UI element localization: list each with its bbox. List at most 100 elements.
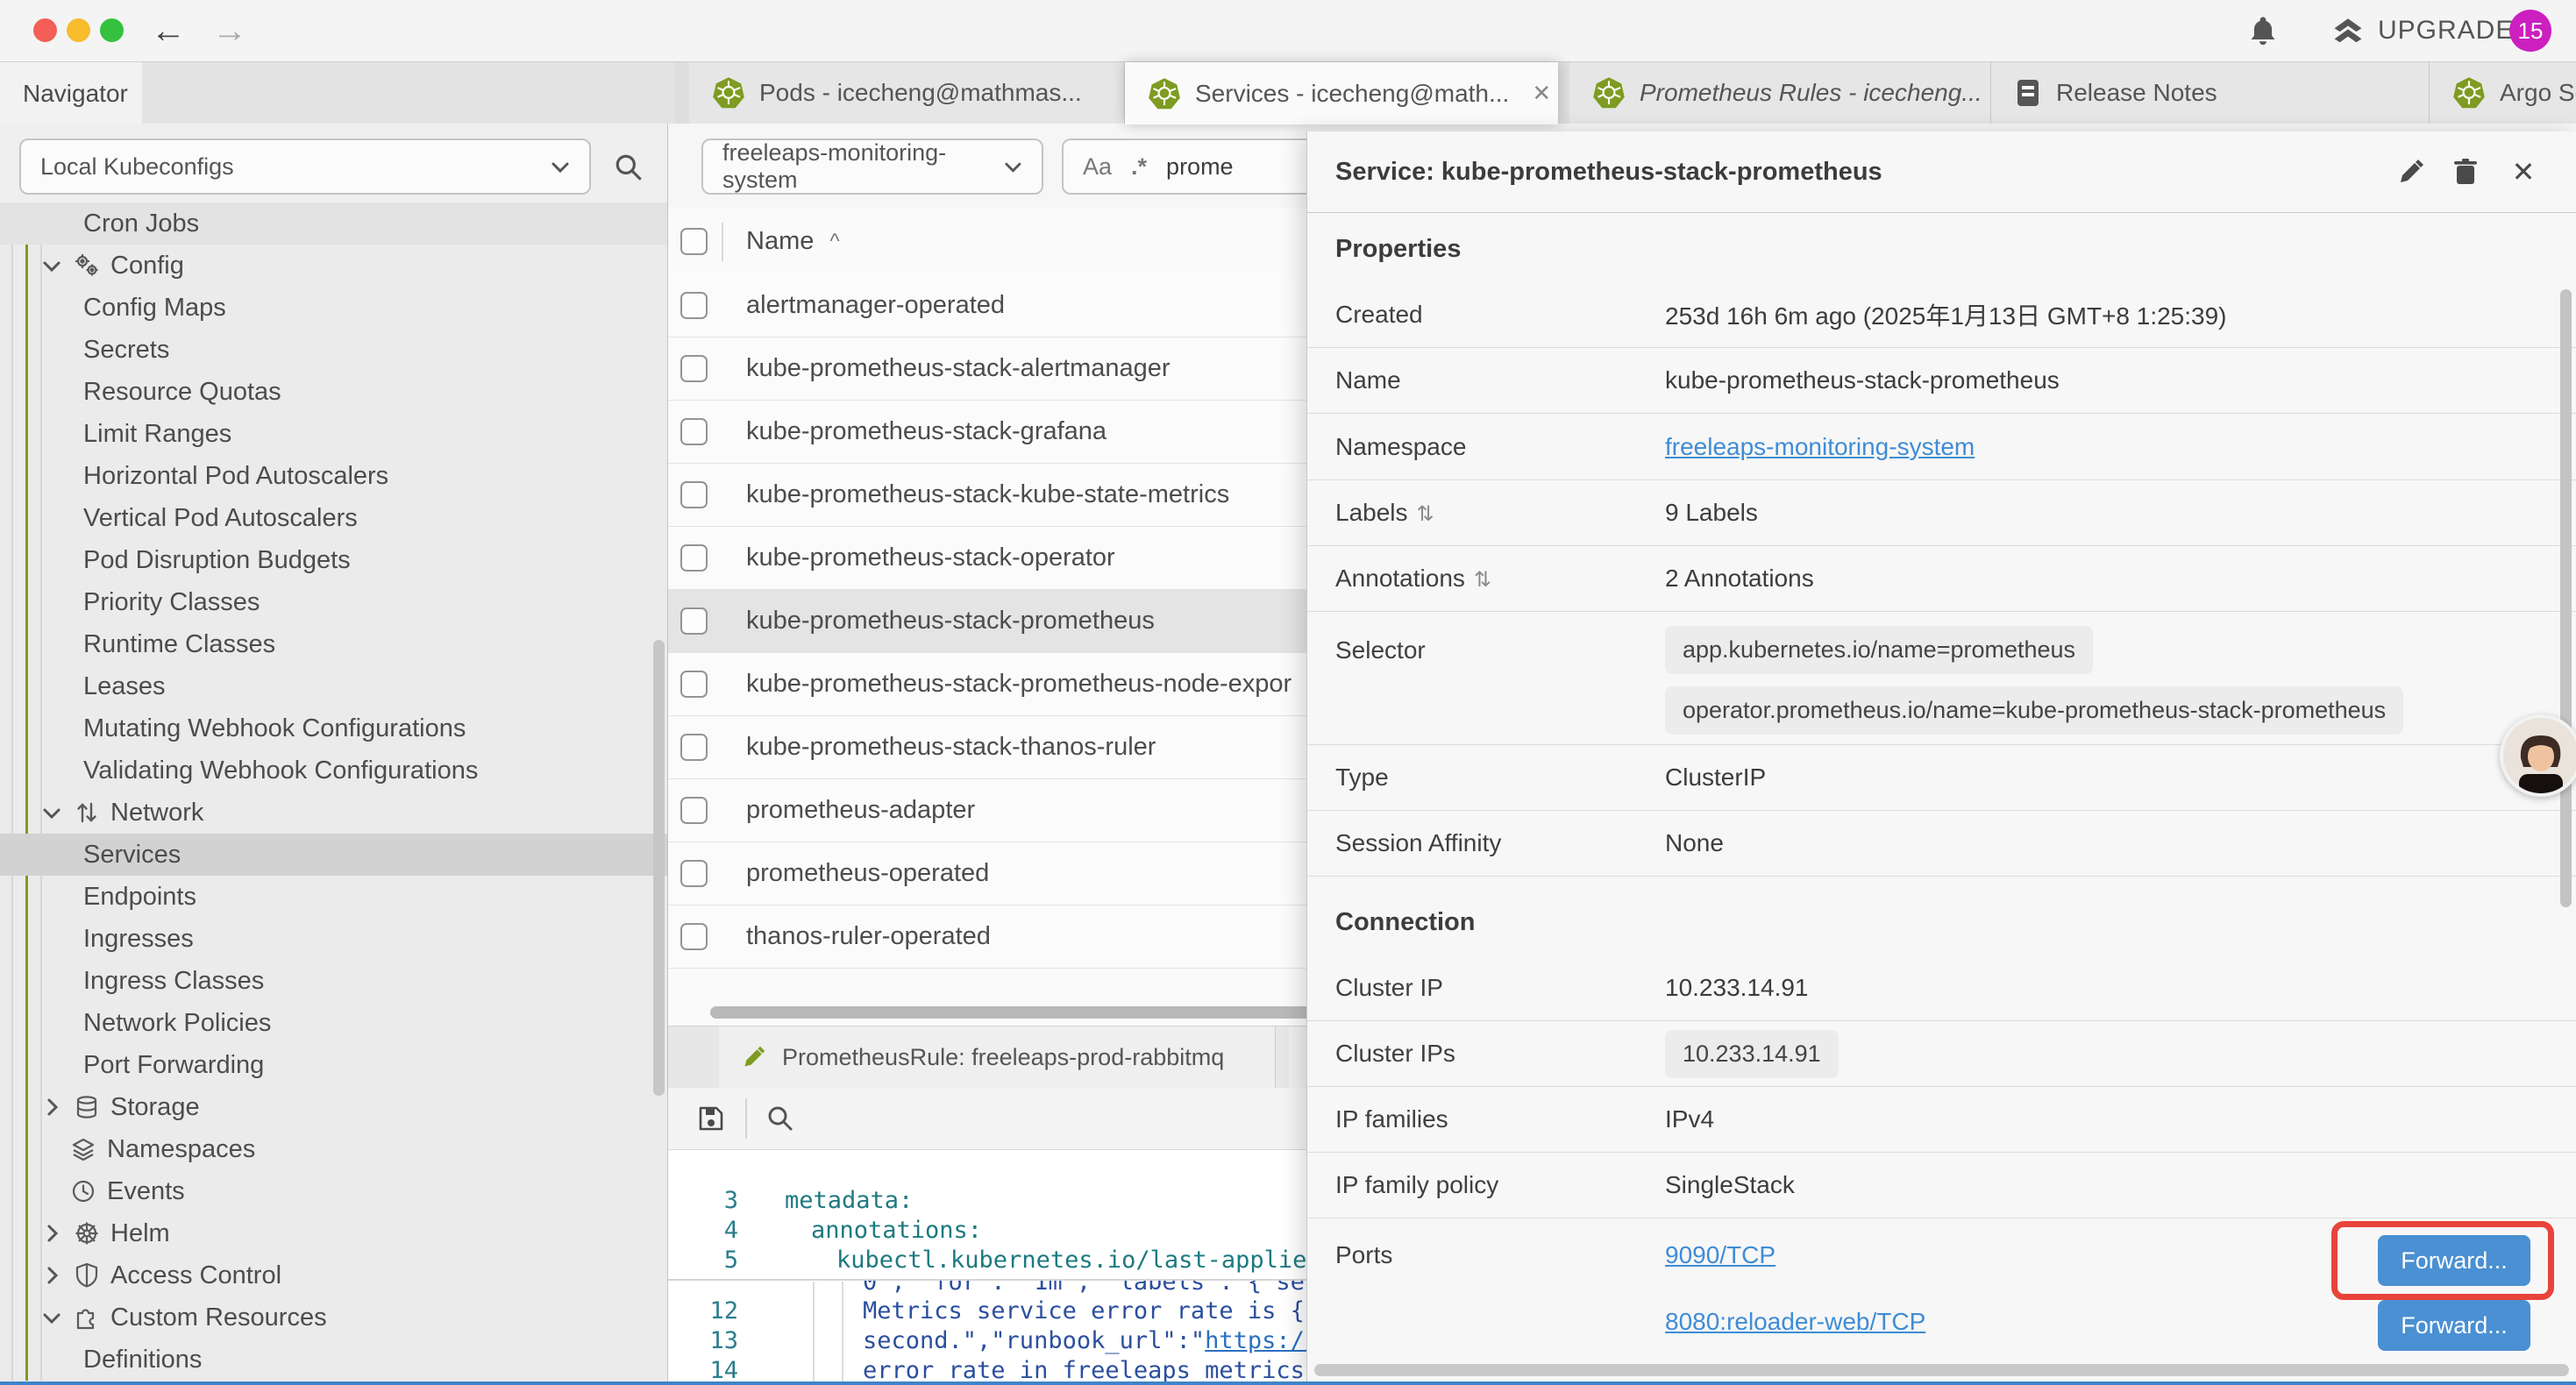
yaml-code-line: Metrics service error rate is {{ $va xyxy=(863,1297,1376,1325)
sidebar-item-horizontal-pod-autoscalers[interactable]: Horizontal Pod Autoscalers xyxy=(0,455,667,497)
header-divider xyxy=(722,223,723,261)
chevron-right-icon[interactable] xyxy=(39,1224,65,1243)
sidebar-item-runtime-classes[interactable]: Runtime Classes xyxy=(0,623,667,665)
history-back-icon[interactable]: ← xyxy=(151,0,186,61)
sidebar-item-events[interactable]: Events xyxy=(0,1170,667,1212)
tab-argo[interactable]: Argo Se xyxy=(2430,62,2576,124)
panel-horizontal-scrollbar[interactable] xyxy=(1314,1364,2569,1376)
upgrade-button[interactable]: UPGRADE xyxy=(2332,0,2514,61)
sidebar-group-access-control[interactable]: Access Control xyxy=(0,1254,667,1296)
history-forward-icon[interactable]: → xyxy=(212,0,247,61)
sidebar-item-priority-classes[interactable]: Priority Classes xyxy=(0,581,667,623)
navigator-scrollbar[interactable] xyxy=(653,640,665,1096)
sidebar-item-mutating-webhook-configurations[interactable]: Mutating Webhook Configurations xyxy=(0,707,667,749)
sidebar-item-pod-disruption-budgets[interactable]: Pod Disruption Budgets xyxy=(0,539,667,581)
sidebar-item-limit-ranges[interactable]: Limit Ranges xyxy=(0,413,667,455)
row-checkbox[interactable] xyxy=(680,418,708,445)
chevron-right-icon[interactable] xyxy=(39,1097,65,1117)
navigator-pane: Local Kubeconfigs Cron Jobs Config Confi… xyxy=(0,124,668,1381)
match-case-icon[interactable]: Aa xyxy=(1083,153,1112,181)
save-icon[interactable] xyxy=(697,1104,725,1133)
sidebar-item-validating-webhook-configurations[interactable]: Validating Webhook Configurations xyxy=(0,749,667,792)
sidebar-group-custom-resources[interactable]: Custom Resources xyxy=(0,1296,667,1339)
assistant-avatar[interactable] xyxy=(2500,714,2576,797)
row-checkbox[interactable] xyxy=(680,797,708,824)
sidebar-group-config[interactable]: Config xyxy=(0,245,667,287)
chevron-down-icon[interactable] xyxy=(39,805,65,820)
tab-pods[interactable]: Pods - icecheng@mathmas... xyxy=(689,62,1125,124)
notifications-bell-icon[interactable] xyxy=(2246,14,2280,47)
traffic-light-zoom[interactable] xyxy=(100,18,124,42)
row-checkbox[interactable] xyxy=(680,292,708,319)
account-badge[interactable]: 15 xyxy=(2509,10,2551,52)
traffic-light-minimize[interactable] xyxy=(67,18,90,42)
sidebar-group-storage[interactable]: Storage xyxy=(0,1086,667,1128)
sidebar-item-ingresses[interactable]: Ingresses xyxy=(0,918,667,960)
chevron-right-icon[interactable] xyxy=(39,1266,65,1285)
chevron-down-icon[interactable] xyxy=(39,258,65,273)
port-link-9090[interactable]: 9090/TCP xyxy=(1665,1241,1775,1269)
sidebar-item-leases[interactable]: Leases xyxy=(0,665,667,707)
sidebar-item-ingress-classes[interactable]: Ingress Classes xyxy=(0,960,667,1002)
namespace-select[interactable]: freeleaps-monitoring-system xyxy=(701,138,1043,195)
highlight-annotation-box xyxy=(2331,1221,2554,1300)
cluster-search-icon[interactable] xyxy=(614,153,644,182)
line-number: 12 xyxy=(668,1297,738,1325)
close-icon[interactable]: ✕ xyxy=(2504,153,2543,191)
expand-sort-icon[interactable]: ⇅ xyxy=(1417,502,1434,526)
row-checkbox[interactable] xyxy=(680,544,708,572)
tab-services[interactable]: Services - icecheng@math... ✕ xyxy=(1125,62,1558,124)
tab-release-notes[interactable]: Release Notes xyxy=(1991,62,2430,124)
row-checkbox[interactable] xyxy=(680,481,708,508)
expand-sort-icon[interactable]: ⇅ xyxy=(1474,568,1491,592)
row-checkbox[interactable] xyxy=(680,860,708,887)
port-link-8080[interactable]: 8080:reloader-web/TCP xyxy=(1665,1308,1925,1336)
editor-tab-label: PrometheusRule: freeleaps-prod-rabbitmq xyxy=(782,1044,1224,1071)
sidebar-group-helm[interactable]: Helm xyxy=(0,1212,667,1254)
sidebar-item-cron-jobs[interactable]: Cron Jobs xyxy=(0,202,667,245)
line-number: 5 xyxy=(668,1246,738,1274)
panel-vertical-scrollbar[interactable] xyxy=(2560,289,2572,907)
row-checkbox[interactable] xyxy=(680,607,708,635)
navigator-pane-tab[interactable]: Navigator xyxy=(0,62,142,124)
kubeconfig-select[interactable]: Local Kubeconfigs xyxy=(19,138,591,195)
chevron-down-icon[interactable] xyxy=(39,1310,65,1325)
sidebar-item-namespaces[interactable]: Namespaces xyxy=(0,1128,667,1170)
row-checkbox[interactable] xyxy=(680,671,708,698)
select-all-checkbox[interactable] xyxy=(680,228,708,255)
row-checkbox[interactable] xyxy=(680,734,708,761)
tab-prometheus-rules-label: Prometheus Rules - icecheng... xyxy=(1640,79,1982,107)
name-column-header[interactable]: Name xyxy=(746,227,814,256)
kubernetes-icon xyxy=(1148,77,1181,110)
traffic-light-close[interactable] xyxy=(33,18,57,42)
toolbar-divider xyxy=(745,1098,747,1139)
sidebar-item-vertical-pod-autoscalers[interactable]: Vertical Pod Autoscalers xyxy=(0,497,667,539)
sidebar-item-services[interactable]: Services xyxy=(0,834,667,876)
regex-icon[interactable]: .* xyxy=(1131,153,1147,181)
detail-row-name: Name kube-prometheus-stack-prometheus xyxy=(1307,348,2576,414)
sidebar-group-network[interactable]: Network xyxy=(0,792,667,834)
row-checkbox[interactable] xyxy=(680,923,708,950)
service-detail-panel: Service: kube-prometheus-stack-prometheu… xyxy=(1306,131,2576,1381)
clock-icon xyxy=(68,1179,98,1204)
forward-button-8080[interactable]: Forward... xyxy=(2378,1300,2530,1351)
yaml-code-line: second.","runbook_url":" xyxy=(863,1327,1205,1354)
sidebar-item-resource-quotas[interactable]: Resource Quotas xyxy=(0,371,667,413)
sidebar-item-config-maps[interactable]: Config Maps xyxy=(0,287,667,329)
sidebar-item-definitions[interactable]: Definitions xyxy=(0,1339,667,1381)
sidebar-item-network-policies[interactable]: Network Policies xyxy=(0,1002,667,1044)
edit-pencil-icon[interactable] xyxy=(2392,153,2430,191)
yaml-search-icon[interactable] xyxy=(766,1104,794,1133)
sort-asc-icon[interactable]: ^ xyxy=(829,230,839,254)
delete-trash-icon[interactable] xyxy=(2446,153,2485,191)
tab-prometheus-rules[interactable]: Prometheus Rules - icecheng... xyxy=(1569,62,1991,124)
row-checkbox[interactable] xyxy=(680,355,708,382)
sidebar-item-secrets[interactable]: Secrets xyxy=(0,329,667,371)
namespace-link[interactable]: freeleaps-monitoring-system xyxy=(1665,433,1975,461)
editor-tab-prometheusrule[interactable]: PrometheusRule: freeleaps-prod-rabbitmq xyxy=(719,1026,1276,1088)
tab-close-icon[interactable]: ✕ xyxy=(1532,80,1551,107)
sidebar-item-endpoints[interactable]: Endpoints xyxy=(0,876,667,918)
network-arrows-icon xyxy=(72,800,102,825)
sidebar-item-port-forwarding[interactable]: Port Forwarding xyxy=(0,1044,667,1086)
namespace-select-value: freeleaps-monitoring-system xyxy=(722,139,1004,194)
